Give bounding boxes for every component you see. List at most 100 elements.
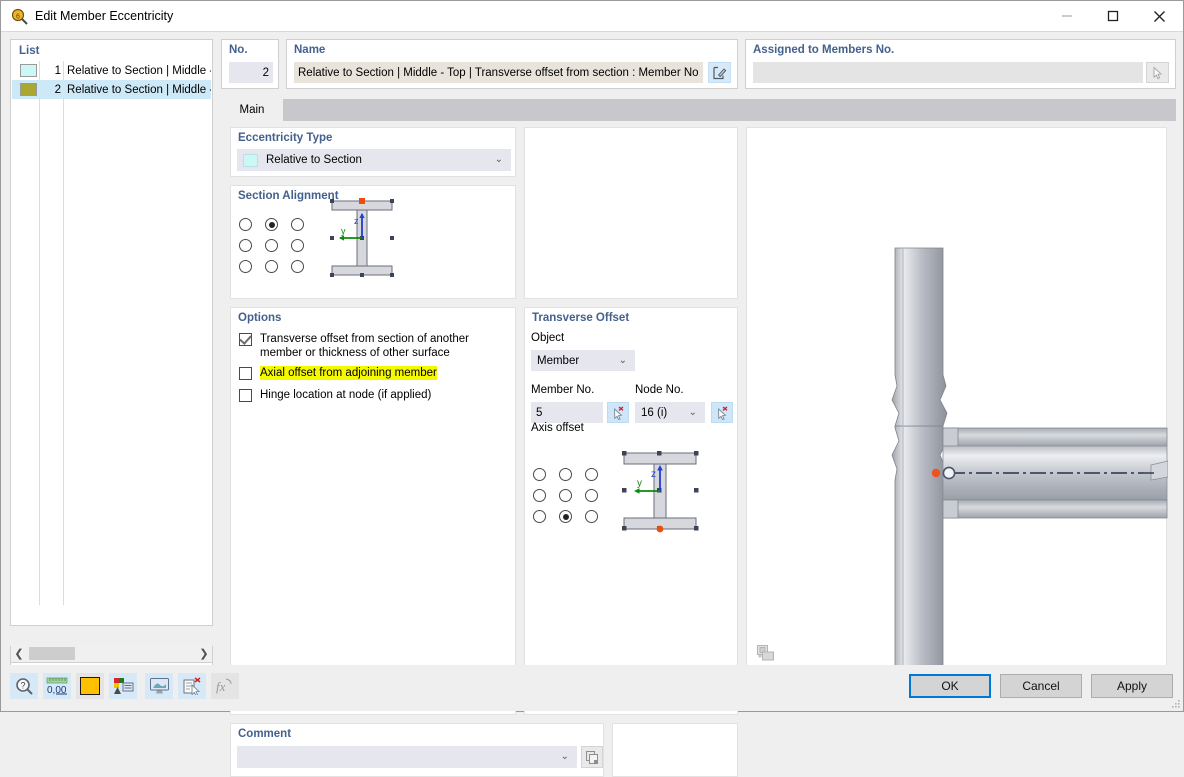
titlebar: 6 Edit Member Eccentricity	[1, 1, 1183, 32]
chevron-down-icon: ⌄	[619, 356, 627, 366]
member-no-label: Member No.	[531, 384, 594, 396]
option-axial-offset[interactable]: Axial offset from adjoining member	[239, 366, 437, 380]
alignment-radio[interactable]	[239, 239, 252, 252]
resize-grip[interactable]	[1170, 698, 1180, 708]
options-group: Options Transverse offset from section o…	[230, 307, 516, 715]
option-hinge-location[interactable]: Hinge location at node (if applied)	[239, 388, 431, 402]
formula-button[interactable]: fx	[211, 673, 239, 699]
axis-offset-radio[interactable]	[585, 468, 598, 481]
alignment-radio[interactable]	[239, 218, 252, 231]
cancel-button[interactable]: Cancel	[1000, 674, 1082, 698]
axis-offset-radio-grid	[533, 468, 599, 523]
minimize-button[interactable]	[1044, 1, 1090, 31]
axis-offset-radio[interactable]	[533, 468, 546, 481]
apply-button[interactable]: Apply	[1091, 674, 1173, 698]
option-label: Hinge location at node (if applied)	[260, 388, 431, 402]
member-no-pick-button[interactable]	[607, 402, 629, 423]
axis-offset-diagram: z y	[610, 440, 710, 540]
option-label: Transverse offset from section of anothe…	[260, 332, 511, 360]
number-value[interactable]: 2	[229, 62, 273, 83]
maximize-button[interactable]	[1090, 1, 1136, 31]
chevron-down-icon: ⌄	[561, 752, 569, 762]
select-object-button[interactable]	[178, 673, 206, 699]
svg-text:z: z	[354, 216, 359, 226]
blank-panel	[524, 127, 738, 299]
alignment-radio[interactable]	[265, 239, 278, 252]
options-title: Options	[238, 312, 281, 324]
alignment-radio[interactable]	[291, 260, 304, 273]
maximize-icon	[1107, 10, 1119, 22]
checkbox[interactable]	[239, 389, 252, 402]
eccentricity-type-title: Eccentricity Type	[238, 132, 332, 144]
alignment-radio[interactable]	[265, 260, 278, 273]
option-transverse-offset[interactable]: Transverse offset from section of anothe…	[239, 332, 511, 360]
render-settings-button[interactable]	[109, 673, 137, 699]
chevron-down-icon: ⌄	[495, 155, 503, 165]
svg-text:y: y	[637, 478, 642, 489]
node-no-label: Node No.	[635, 384, 684, 396]
object-select[interactable]: Member ⌄	[531, 350, 635, 371]
list-item-label: Relative to Section | Middle - To	[67, 84, 211, 96]
number-format-button[interactable]: 0,00	[43, 673, 71, 699]
color-swatch-icon	[80, 677, 100, 695]
alignment-radio[interactable]	[291, 239, 304, 252]
node-no-pick-button[interactable]	[711, 402, 733, 423]
name-edit-button[interactable]	[708, 62, 731, 83]
node-no-value: 16 (i)	[641, 407, 667, 419]
help-search-button[interactable]: ?	[10, 673, 38, 699]
comment-title: Comment	[238, 728, 291, 740]
axis-offset-label: Axis offset	[531, 422, 584, 434]
preview-viewport[interactable]	[746, 127, 1167, 672]
section-alignment-group: Section Alignment	[230, 185, 516, 299]
svg-text:?: ?	[20, 681, 25, 691]
monitor-icon	[149, 677, 170, 695]
list-rows: 1 Relative to Section | Middle - To 2 Re…	[12, 61, 211, 605]
pick-document-icon	[182, 677, 203, 695]
comment-copy-button[interactable]	[581, 746, 603, 768]
checkbox[interactable]	[239, 333, 252, 346]
member-no-input[interactable]: 5	[531, 402, 603, 423]
list-item[interactable]: 2 Relative to Section | Middle - To	[12, 80, 211, 99]
statusbar: ? 0,00	[1, 665, 1183, 711]
axis-offset-radio[interactable]	[533, 489, 546, 502]
node-no-select[interactable]: 16 (i) ⌄	[635, 402, 705, 423]
assigned-members-pick-button[interactable]	[1146, 62, 1169, 83]
tab-main[interactable]: Main	[221, 99, 283, 121]
display-view-button[interactable]	[145, 673, 173, 699]
list-item[interactable]: 1 Relative to Section | Middle - To	[12, 61, 211, 80]
eccentricity-type-select[interactable]: Relative to Section ⌄	[237, 149, 511, 171]
object-label: Object	[531, 332, 564, 344]
axis-offset-radio[interactable]	[559, 489, 572, 502]
comment-input[interactable]: ⌄	[237, 746, 577, 768]
list-horizontal-scrollbar[interactable]: ❮ ❯	[10, 646, 213, 663]
list-panel: List 1 Relative to Section | Middle - To…	[10, 39, 213, 626]
name-value[interactable]: Relative to Section | Middle - Top | Tra…	[294, 62, 703, 83]
edit-pencil-icon	[712, 66, 727, 80]
axis-offset-radio[interactable]	[533, 510, 546, 523]
axis-offset-radio[interactable]	[559, 510, 572, 523]
eccentricity-type-group: Eccentricity Type Relative to Section ⌄	[230, 127, 516, 177]
color-button[interactable]	[76, 673, 104, 699]
alignment-radio[interactable]	[291, 218, 304, 231]
axis-offset-radio[interactable]	[559, 468, 572, 481]
assigned-members-value[interactable]	[753, 62, 1143, 83]
scroll-right-icon[interactable]: ❯	[196, 646, 212, 661]
color-swatch	[20, 83, 37, 96]
magnifier-question-icon: ?	[15, 677, 34, 695]
alignment-radio[interactable]	[239, 260, 252, 273]
save-view-image-button[interactable]	[753, 641, 778, 665]
scroll-left-icon[interactable]: ❮	[11, 646, 27, 661]
checkbox[interactable]	[239, 367, 252, 380]
axis-offset-radio[interactable]	[585, 489, 598, 502]
scrollbar-thumb[interactable]	[29, 647, 75, 660]
alignment-radio[interactable]	[265, 218, 278, 231]
ok-button[interactable]: OK	[909, 674, 991, 698]
option-label: Axial offset from adjoining member	[260, 366, 437, 380]
axis-offset-area: z y	[525, 440, 739, 550]
axis-offset-radio[interactable]	[585, 510, 598, 523]
pick-cursor-icon	[611, 406, 625, 420]
tabstrip: Main	[221, 99, 1176, 121]
svg-text:z: z	[651, 469, 656, 480]
color-swatch-icon	[243, 154, 258, 167]
close-button[interactable]	[1136, 1, 1182, 31]
